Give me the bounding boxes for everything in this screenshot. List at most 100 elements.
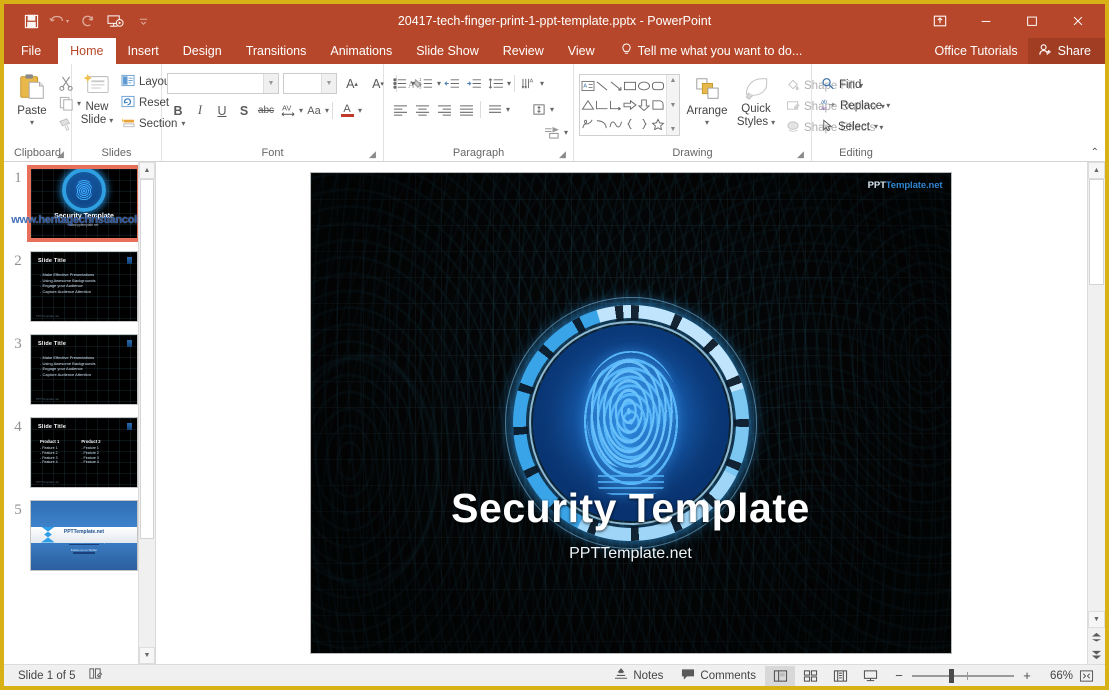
shape-rectangle[interactable]	[623, 76, 637, 95]
stage-scroll-thumb[interactable]	[1089, 179, 1104, 285]
thumbnail-item-1[interactable]: 1 Security Template www.pptemplate.net	[4, 168, 155, 251]
tab-home[interactable]: Home	[58, 38, 115, 64]
font-name-caret[interactable]: ▼	[263, 74, 278, 93]
thumbnail-slide-4[interactable]: Slide Title Product 1 Feature 1 Feature …	[30, 417, 138, 488]
text-direction-button[interactable]: A	[518, 73, 540, 94]
underline-button[interactable]: U	[211, 100, 233, 121]
shape-arc[interactable]	[595, 115, 609, 134]
shape-elbow-arrow-connector[interactable]	[609, 95, 623, 114]
new-slide-button[interactable]: New Slide ▾	[77, 70, 117, 129]
fit-slide-to-window-icon[interactable]	[1073, 669, 1099, 683]
columns-caret[interactable]: ▾	[506, 105, 510, 114]
clipboard-dialog-launcher-icon[interactable]: ◢	[55, 149, 66, 160]
previous-slide-button[interactable]	[1088, 628, 1105, 646]
current-slide[interactable]: PPTTemplate.net Security Template	[311, 173, 951, 653]
shape-oval[interactable]	[637, 76, 651, 95]
zoom-slider-track[interactable]	[912, 675, 1014, 677]
shape-scribble[interactable]	[581, 115, 595, 134]
slide-show-icon[interactable]	[855, 666, 885, 686]
ribbon-display-options-icon[interactable]	[917, 4, 963, 38]
replace-button[interactable]: ab ac Replace ▾	[817, 95, 894, 116]
shapes-scroll-up-icon[interactable]: ▲	[670, 77, 677, 84]
character-spacing-button[interactable]: AV	[277, 100, 299, 121]
presentation-icon[interactable]	[102, 8, 128, 34]
shapes-gallery[interactable]: A	[579, 74, 680, 136]
font-name-input[interactable]: ▼	[167, 73, 279, 94]
font-color-caret[interactable]: ▾	[358, 106, 362, 115]
font-size-input[interactable]: ▼	[283, 73, 337, 94]
thumbnail-item-5[interactable]: 5 PPTTemplate.net Free PowerPoint Templa…	[4, 500, 155, 583]
shape-rounded-rectangle[interactable]	[651, 76, 665, 95]
decrease-list-level-button[interactable]	[441, 73, 463, 94]
font-size-caret[interactable]: ▼	[321, 74, 336, 93]
align-text-caret[interactable]: ▾	[550, 105, 554, 114]
tab-design[interactable]: Design	[171, 38, 234, 64]
numbering-button[interactable]: 1 2 3	[415, 73, 437, 94]
shape-right-arrow[interactable]	[623, 95, 637, 114]
maximize-icon[interactable]	[1009, 4, 1055, 38]
strikethrough-button[interactable]: abc	[255, 100, 277, 121]
drawing-dialog-launcher-icon[interactable]: ◢	[795, 149, 806, 160]
normal-view-icon[interactable]	[765, 666, 795, 686]
thumb-scroll-up-icon[interactable]: ▲	[139, 162, 155, 179]
thumbnail-item-2[interactable]: 2 Slide Title Make Effective Presentatio…	[4, 251, 155, 334]
change-case-caret[interactable]: ▾	[325, 106, 329, 115]
convert-to-smartart-button[interactable]	[542, 122, 564, 143]
comments-button[interactable]: Comments	[672, 666, 765, 686]
italic-button[interactable]: I	[189, 100, 211, 121]
shape-down-arrow[interactable]	[637, 95, 651, 114]
reading-view-icon[interactable]	[825, 666, 855, 686]
thumbnail-slide-3[interactable]: Slide Title Make Effective Presentations…	[30, 334, 138, 405]
slide-subtitle-text[interactable]: PPTTemplate.net	[311, 545, 951, 563]
tell-me-box[interactable]: Tell me what you want to do...	[607, 38, 803, 64]
shape-text-box[interactable]: A	[581, 76, 595, 95]
shape-triangle[interactable]	[581, 95, 595, 114]
paste-button[interactable]: Paste ▾	[9, 70, 55, 129]
change-case-button[interactable]: Aa	[303, 100, 325, 121]
thumb-scroll-down-icon[interactable]: ▼	[139, 647, 155, 664]
save-icon[interactable]	[18, 8, 44, 34]
font-color-button[interactable]: A	[336, 100, 358, 121]
find-button[interactable]: Find	[817, 74, 894, 95]
shapes-scroll-down-icon[interactable]: ▼	[670, 102, 677, 109]
tab-transitions[interactable]: Transitions	[234, 38, 319, 64]
slide-vertical-scrollbar[interactable]: ▲ ▼	[1087, 162, 1105, 664]
paste-dropdown-caret[interactable]: ▾	[30, 118, 34, 127]
thumbnail-slide-1[interactable]: Security Template www.pptemplate.net	[30, 168, 138, 239]
line-spacing-caret[interactable]: ▾	[507, 79, 511, 88]
zoom-in-button[interactable]: +	[1021, 668, 1033, 683]
quick-styles-caret[interactable]: ▾	[771, 118, 775, 127]
select-button[interactable]: Select ▾	[817, 116, 894, 137]
shape-flowchart[interactable]	[651, 95, 665, 114]
shape-arrow[interactable]	[609, 76, 623, 95]
thumbnail-slide-2[interactable]: Slide Title Make Effective Presentations…	[30, 251, 138, 322]
shape-elbow-connector[interactable]	[595, 95, 609, 114]
minimize-icon[interactable]	[963, 4, 1009, 38]
columns-button[interactable]	[484, 99, 506, 120]
accessibility-icon[interactable]	[88, 667, 103, 684]
align-text-button[interactable]	[528, 99, 550, 120]
increase-list-level-button[interactable]	[463, 73, 485, 94]
text-shadow-button[interactable]: S	[233, 100, 255, 121]
justify-button[interactable]	[455, 99, 477, 120]
thumbnail-item-3[interactable]: 3 Slide Title Make Effective Presentatio…	[4, 334, 155, 417]
thumbnail-item-4[interactable]: 4 Slide Title Product 1 Feature 1 Featur…	[4, 417, 155, 500]
align-right-button[interactable]	[433, 99, 455, 120]
zoom-control[interactable]: − +	[885, 668, 1041, 683]
tab-slide-show[interactable]: Slide Show	[404, 38, 491, 64]
notes-button[interactable]: Notes	[605, 666, 672, 686]
customize-quick-access-icon[interactable]	[130, 8, 156, 34]
shape-star[interactable]	[651, 115, 665, 134]
zoom-out-button[interactable]: −	[893, 668, 905, 683]
tab-view[interactable]: View	[556, 38, 607, 64]
collapse-ribbon-icon[interactable]: ⌃	[1091, 147, 1099, 158]
tab-review[interactable]: Review	[491, 38, 556, 64]
thumbnail-slide-5[interactable]: PPTTemplate.net Free PowerPoint Template…	[30, 500, 138, 571]
text-direction-caret[interactable]: ▾	[540, 79, 544, 88]
smartart-caret[interactable]: ▾	[564, 128, 568, 137]
zoom-slider-knob[interactable]	[949, 669, 954, 683]
stage-scroll-down-icon[interactable]: ▼	[1088, 611, 1105, 628]
shapes-more-icon[interactable]: ▼	[670, 126, 677, 133]
center-button[interactable]	[411, 99, 433, 120]
line-spacing-button[interactable]	[485, 73, 507, 94]
